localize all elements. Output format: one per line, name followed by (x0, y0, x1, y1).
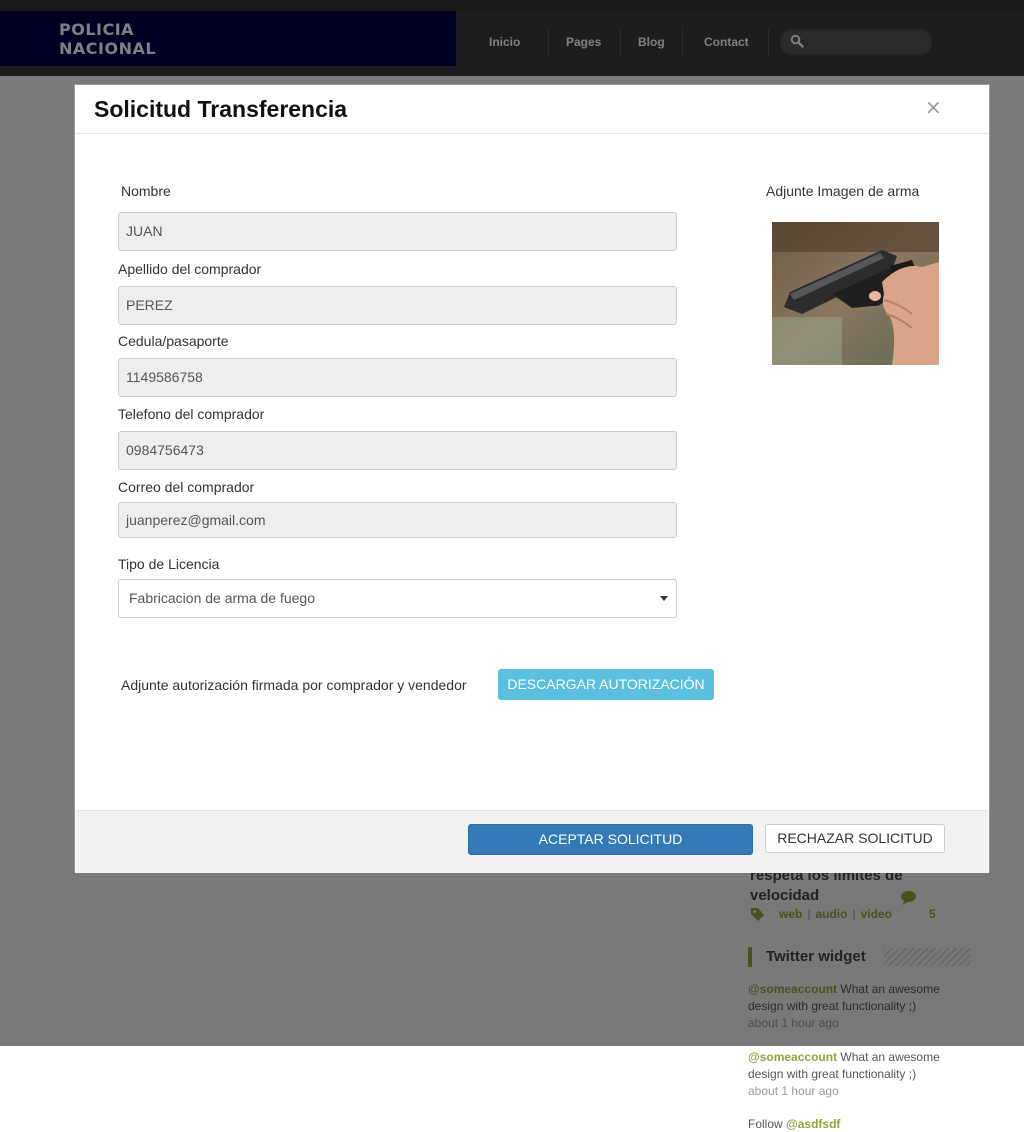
licencia-select[interactable]: Fabricacion de arma de fuego (118, 579, 677, 618)
twitter-follow: Follow @asdfsdf (748, 1117, 840, 1131)
tweet-account[interactable]: @someaccount (748, 1050, 837, 1064)
modal-title: Solicitud Transferencia (94, 96, 348, 122)
cedula-field[interactable]: 1149586758 (118, 358, 677, 397)
download-authorization-button[interactable]: DESCARGAR AUTORIZACIÓN (498, 669, 714, 700)
correo-label: Correo del comprador (118, 479, 255, 495)
weapon-image[interactable] (772, 222, 939, 365)
tweet-time: about 1 hour ago (748, 1084, 839, 1098)
follow-account[interactable]: @asdfsdf (786, 1117, 840, 1131)
telefono-label: Telefono del comprador (118, 406, 265, 422)
apellido-field[interactable]: PEREZ (118, 286, 677, 325)
chevron-down-icon (660, 596, 668, 601)
nombre-label: Nombre (121, 183, 171, 199)
telefono-field[interactable]: 0984756473 (118, 431, 677, 470)
transfer-request-modal: Solicitud Transferencia × Nombre JUAN Ap… (74, 84, 990, 873)
correo-field[interactable]: juanperez@gmail.com (118, 502, 677, 538)
modal-header: Solicitud Transferencia × (75, 85, 989, 134)
weapon-image-label: Adjunte Imagen de arma (766, 183, 920, 199)
cedula-label: Cedula/pasaporte (118, 333, 229, 349)
authorization-label: Adjunte autorización firmada por comprad… (121, 677, 467, 693)
modal-footer: ACEPTAR SOLICITUD RECHAZAR SOLICITUD (75, 810, 989, 873)
handgun-photo (772, 222, 939, 365)
nombre-field[interactable]: JUAN (118, 212, 677, 251)
licencia-selected-value: Fabricacion de arma de fuego (129, 590, 315, 606)
apellido-label: Apellido del comprador (118, 261, 262, 277)
reject-request-button[interactable]: RECHAZAR SOLICITUD (765, 824, 945, 853)
accept-request-button[interactable]: ACEPTAR SOLICITUD (468, 824, 753, 855)
tweet-item: @someaccount What an awesome design with… (748, 1049, 958, 1100)
close-icon[interactable]: × (925, 95, 942, 119)
licencia-label: Tipo de Licencia (118, 556, 220, 572)
follow-prefix: Follow (748, 1117, 787, 1131)
